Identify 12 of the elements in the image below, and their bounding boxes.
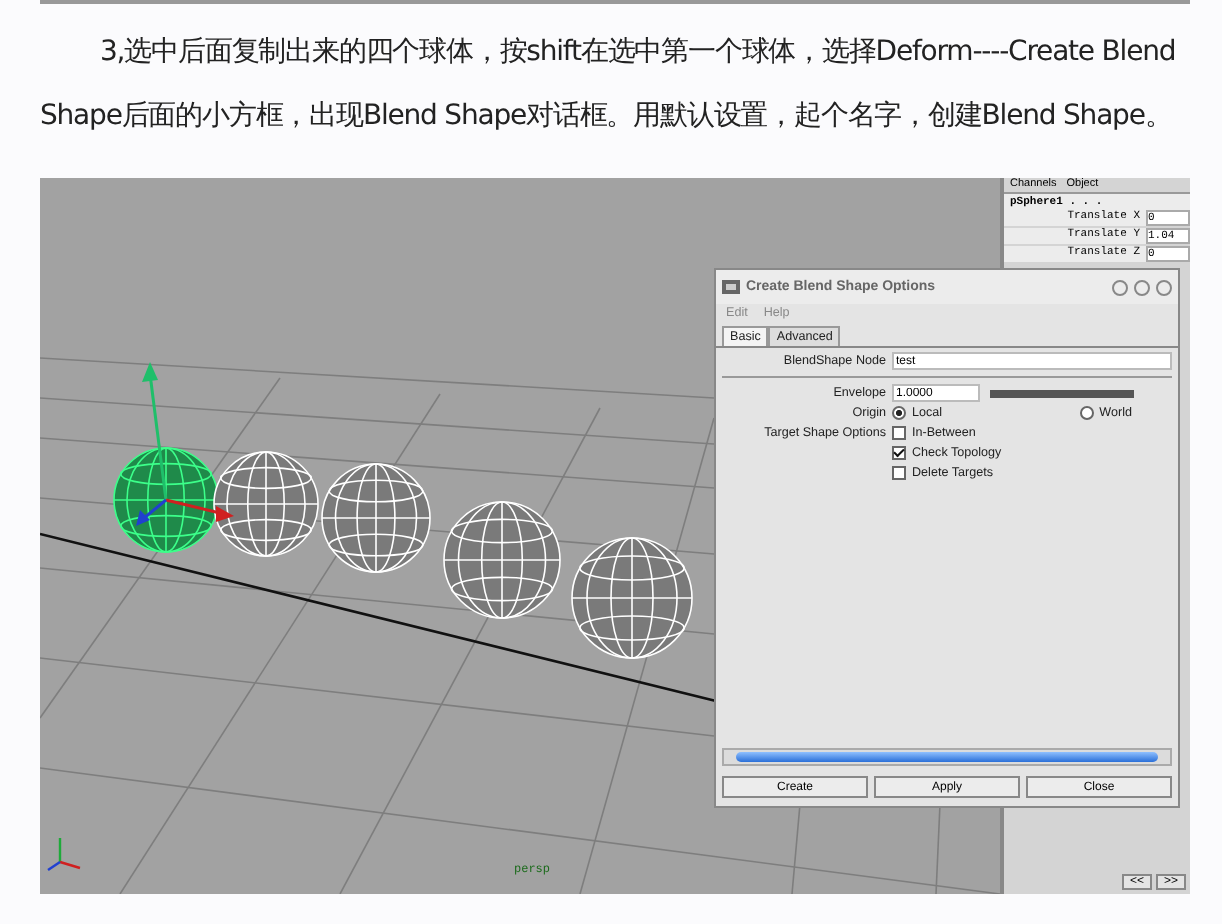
radio-button[interactable] [892, 406, 906, 420]
checkbox[interactable] [892, 446, 906, 460]
radio-button[interactable] [1079, 406, 1094, 420]
checkbox[interactable] [892, 426, 906, 440]
app-icon [722, 278, 740, 296]
manipulator-drawing[interactable] [136, 362, 234, 526]
sphere-drawing[interactable] [113, 447, 219, 553]
axis-icon [47, 838, 81, 871]
article-paragraph: 3,选中后面复制出来的四个球体，按shift在选中第一个球体，选择Deform----Create Blend Shape后面的小方框，出现Blend Shape对话框。用默认设置，起个名字，创建Blend Shape。 [38, 34, 1178, 136]
horizontal-scrollbar[interactable] [722, 748, 1172, 766]
scrollbar-thumb[interactable] [736, 752, 1158, 762]
checkbox[interactable] [892, 466, 906, 480]
